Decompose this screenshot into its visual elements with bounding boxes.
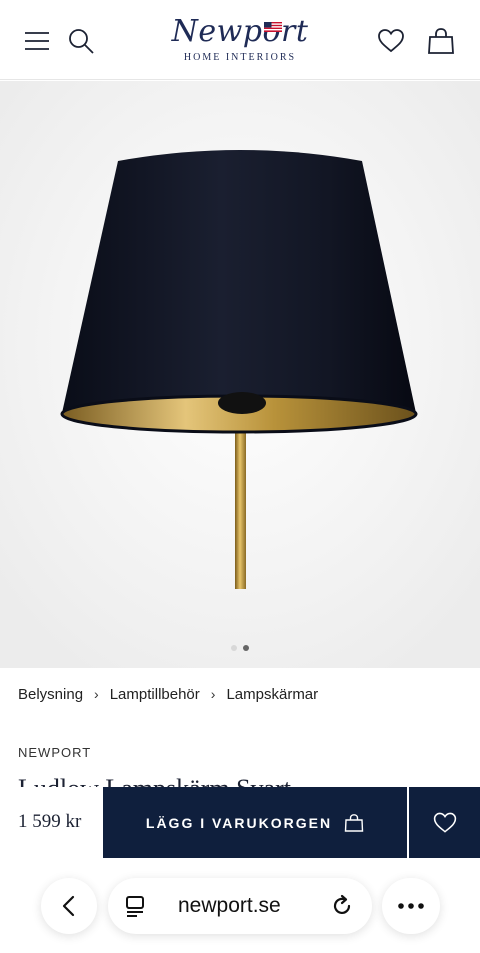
search-icon[interactable] <box>66 26 96 56</box>
browser-toolbar: newport.se <box>0 858 480 953</box>
heart-icon[interactable] <box>376 26 406 56</box>
logo-wordmark: Newport <box>171 14 309 49</box>
browser-back-button[interactable] <box>41 878 97 934</box>
add-to-cart-button[interactable]: LÄGG I VARUKORGEN <box>103 787 407 858</box>
more-icon <box>398 903 424 909</box>
gallery-dot[interactable] <box>231 645 237 651</box>
product-image-gallery[interactable] <box>0 81 480 668</box>
browser-address-bar[interactable]: newport.se <box>108 878 372 934</box>
breadcrumb-lampskarmar[interactable]: Lampskärmar <box>226 686 318 703</box>
breadcrumb: Belysning › Lamptillbehör › Lampskärmar <box>18 686 318 708</box>
heart-icon <box>433 812 456 833</box>
bag-icon[interactable] <box>426 26 456 56</box>
site-header: Newport HOME INTERIORS <box>0 0 480 80</box>
bag-icon <box>344 813 364 832</box>
us-flag-icon <box>264 22 282 32</box>
chevron-right-icon: › <box>94 686 99 702</box>
product-brand[interactable]: NEWPORT <box>18 745 91 760</box>
add-to-wishlist-button[interactable] <box>409 787 480 858</box>
chevron-left-icon <box>62 895 75 917</box>
sticky-buy-bar: 1 599 kr LÄGG I VARUKORGEN <box>0 787 480 858</box>
site-logo[interactable]: Newport HOME INTERIORS <box>160 14 320 70</box>
reload-icon[interactable] <box>330 894 354 918</box>
add-to-cart-label: LÄGG I VARUKORGEN <box>145 814 333 831</box>
chevron-right-icon: › <box>210 686 216 702</box>
logo-subtitle: HOME INTERIORS <box>183 52 297 63</box>
gallery-dot-active[interactable] <box>243 645 249 651</box>
page-menu-icon[interactable] <box>124 894 148 918</box>
gallery-pagination <box>0 636 480 651</box>
menu-icon[interactable] <box>22 26 52 56</box>
browser-url[interactable]: newport.se <box>178 894 281 918</box>
breadcrumb-belysning[interactable]: Belysning <box>18 686 83 703</box>
lampshade-product-image <box>0 81 480 668</box>
product-price: 1 599 kr <box>18 811 82 832</box>
browser-more-button[interactable] <box>382 878 440 934</box>
breadcrumb-lamptillbehor[interactable]: Lamptillbehör <box>110 686 200 703</box>
